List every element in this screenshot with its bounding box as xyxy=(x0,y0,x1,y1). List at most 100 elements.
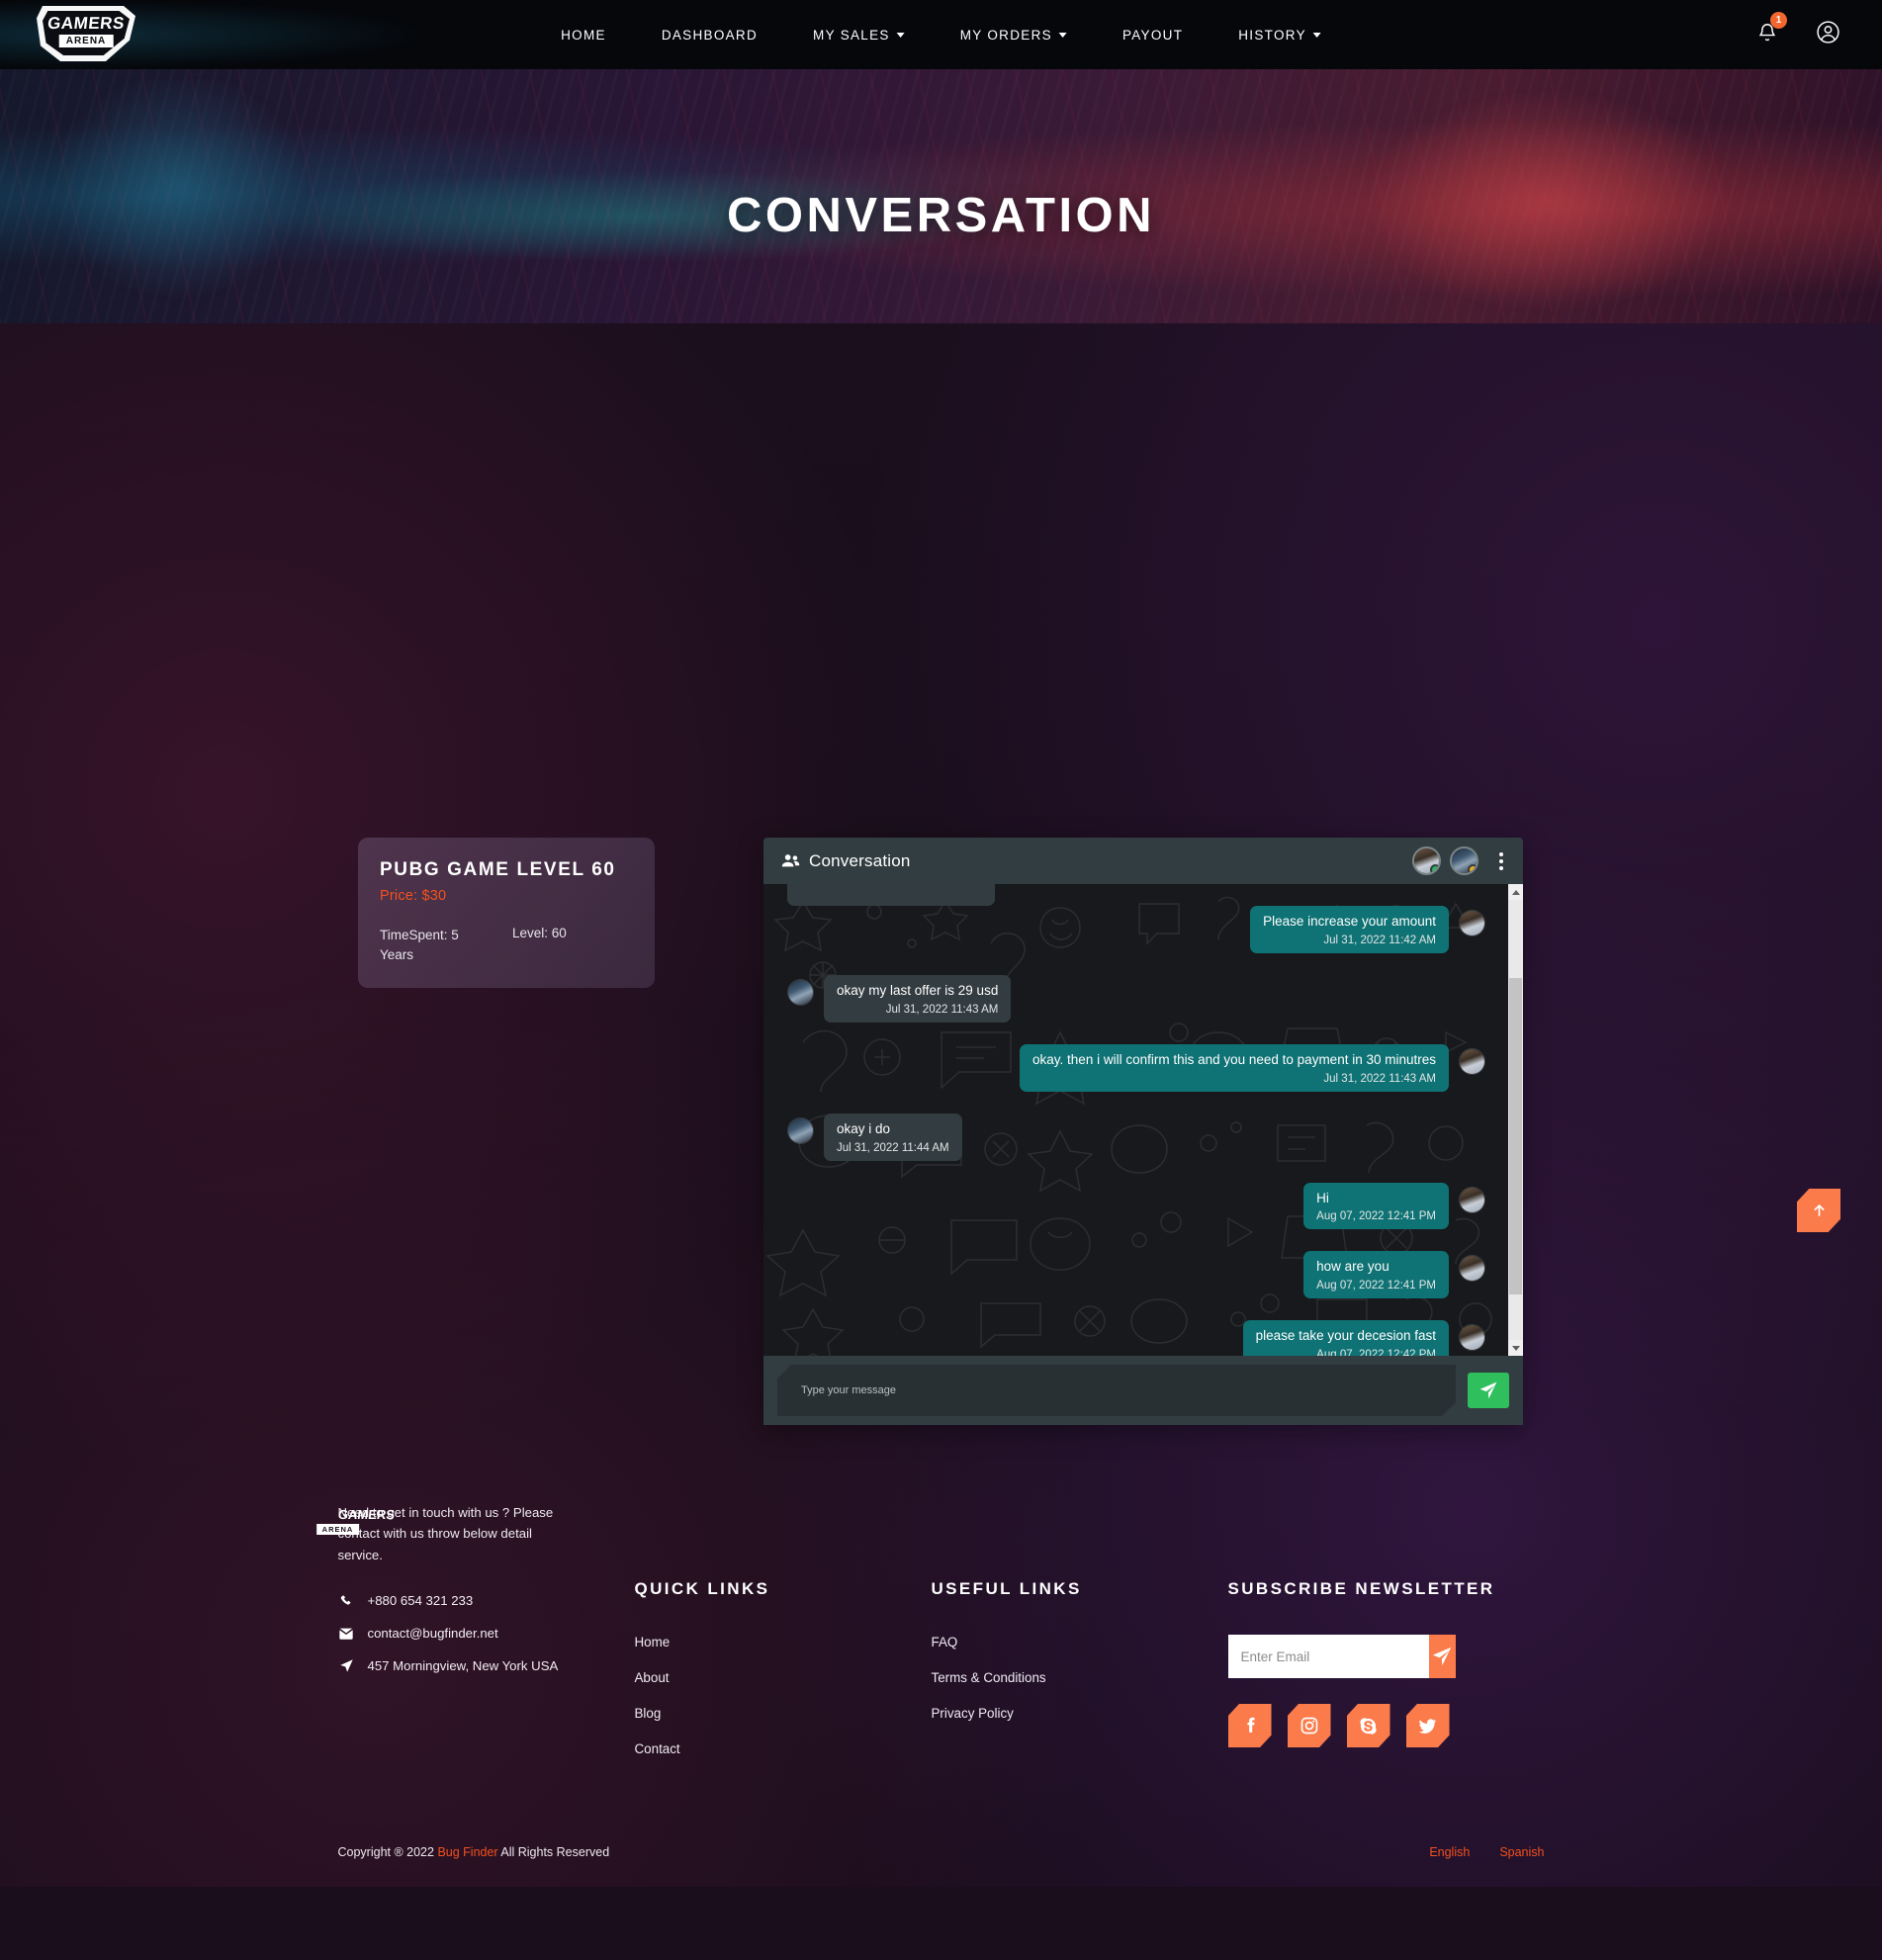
useful-links-list: FAQ Terms & Conditions Privacy Policy xyxy=(932,1635,1228,1721)
message-row: okay my last offer is 29 usd Jul 31, 202… xyxy=(787,974,1485,1023)
message-row: okay. then i will confirm this and you n… xyxy=(787,1043,1485,1092)
footer-email-item[interactable]: contact@bugfinder.net xyxy=(338,1626,611,1641)
instagram-icon xyxy=(1300,1717,1317,1735)
conversation-panel: Conversation Please increase your amount… xyxy=(763,838,1523,1425)
top-navbar: GAMERS ARENA HOME DASHBOARD MY SALES MY … xyxy=(0,0,1882,69)
chevron-down-icon xyxy=(1312,32,1321,38)
language-english[interactable]: English xyxy=(1429,1845,1470,1859)
message-row: Hi Aug 07, 2022 12:41 PM xyxy=(787,1182,1485,1230)
game-price: Price: $30 xyxy=(380,888,447,904)
message-avatar xyxy=(1459,910,1485,936)
quick-links-heading: QUICK LINKS xyxy=(634,1579,770,1598)
message-text: how are you xyxy=(1316,1259,1389,1275)
quick-link-about[interactable]: About xyxy=(635,1670,932,1685)
nav-item-my-sales-label: MY SALES xyxy=(813,27,890,43)
message-text: okay my last offer is 29 usd xyxy=(837,982,999,998)
nav-item-my-orders[interactable]: MY ORDERS xyxy=(933,28,1095,43)
location-arrow-icon xyxy=(338,1658,355,1673)
game-meta: TimeSpent: 5 Years Level: 60 xyxy=(380,926,633,964)
game-time-spent: TimeSpent: 5 Years xyxy=(380,928,459,962)
send-message-button[interactable] xyxy=(1468,1373,1509,1408)
skype-icon xyxy=(1360,1717,1377,1735)
user-circle-icon xyxy=(1817,21,1839,44)
footer-address-item[interactable]: 457 Morningview, New York USA xyxy=(338,1658,611,1673)
quick-links-list: Home About Blog Contact xyxy=(635,1635,932,1756)
social-link-twitter[interactable] xyxy=(1405,1704,1450,1747)
more-options-icon[interactable] xyxy=(1493,848,1509,874)
scrollbar-down-button[interactable] xyxy=(1508,1340,1523,1356)
language-spanish[interactable]: Spanish xyxy=(1499,1845,1544,1859)
useful-link-terms[interactable]: Terms & Conditions xyxy=(932,1670,1228,1685)
message-composer xyxy=(763,1356,1523,1425)
message-bubble-incoming: okay my last offer is 29 usd Jul 31, 202… xyxy=(824,974,1012,1023)
footer-columns: GAMERS ARENA Need to get in touch with u… xyxy=(315,1490,1545,1756)
newsletter-heading: SUBSCRIBE NEWSLETTER xyxy=(1227,1579,1495,1598)
social-links xyxy=(1227,1704,1545,1747)
chevron-down-icon xyxy=(1058,32,1067,38)
message-avatar xyxy=(1459,1324,1485,1352)
footer-newsletter-column: SUBSCRIBE NEWSLETTER xyxy=(1227,1502,1545,1756)
participant-avatar-1[interactable] xyxy=(1412,846,1441,875)
game-title: PUBG GAME LEVEL 60 xyxy=(380,859,616,880)
user-account-button[interactable] xyxy=(1816,20,1840,49)
message-bubble-outgoing: okay. then i will confirm this and you n… xyxy=(1020,1043,1449,1092)
social-link-skype[interactable] xyxy=(1346,1704,1390,1747)
footer-logo-text-bottom: ARENA xyxy=(315,1524,360,1535)
social-link-instagram[interactable] xyxy=(1287,1704,1331,1747)
footer-address-text: 457 Morningview, New York USA xyxy=(367,1658,559,1674)
scroll-to-top-button[interactable] xyxy=(1797,1189,1840,1232)
useful-link-privacy[interactable]: Privacy Policy xyxy=(932,1706,1228,1721)
useful-link-faq[interactable]: FAQ xyxy=(932,1635,1228,1649)
footer-phone-item[interactable]: +880 654 321 233 xyxy=(338,1593,611,1608)
nav-item-my-sales[interactable]: MY SALES xyxy=(785,28,933,43)
scrollbar-up-button[interactable] xyxy=(1508,884,1523,900)
language-switcher: English Spanish xyxy=(1429,1845,1544,1859)
nav-item-home-label: HOME xyxy=(561,27,606,43)
users-group-icon xyxy=(781,854,800,867)
footer-copyright-bar: Copyright ® 2022 Bug Finder All Rights R… xyxy=(0,1818,1882,1887)
message-time: Jul 31, 2022 11:42 AM xyxy=(1323,934,1436,946)
status-dot-away xyxy=(1468,864,1477,873)
notifications-button[interactable]: 1 xyxy=(1756,11,1787,49)
copyright-brand: Bug Finder xyxy=(437,1845,498,1859)
logo-text-bottom: ARENA xyxy=(58,35,114,47)
quick-link-contact[interactable]: Contact xyxy=(635,1741,932,1756)
phone-icon xyxy=(338,1593,355,1608)
send-paper-plane-icon xyxy=(1479,1381,1497,1399)
message-avatar xyxy=(787,978,814,1006)
nav-item-dashboard[interactable]: DASHBOARD xyxy=(634,28,785,43)
message-input[interactable] xyxy=(777,1365,1456,1416)
logo-shape: GAMERS ARENA xyxy=(37,6,135,61)
message-row: okay i do Jul 31, 2022 11:44 AM xyxy=(787,1113,1485,1161)
nav-item-history[interactable]: HISTORY xyxy=(1210,28,1349,43)
message-time: Aug 07, 2022 12:41 PM xyxy=(1316,1280,1436,1292)
quick-link-home[interactable]: Home xyxy=(635,1635,932,1649)
message-row: how are you Aug 07, 2022 12:41 PM xyxy=(787,1251,1485,1299)
message-text: Please increase your amount xyxy=(1263,914,1436,929)
newsletter-email-input[interactable] xyxy=(1227,1635,1429,1678)
nav-item-payout[interactable]: PAYOUT xyxy=(1095,28,1210,43)
participant-avatar-2[interactable] xyxy=(1450,846,1479,875)
newsletter-submit-button[interactable] xyxy=(1428,1635,1456,1678)
footer-email-text: contact@bugfinder.net xyxy=(367,1626,498,1642)
notification-badge: 1 xyxy=(1770,11,1787,29)
nav-item-payout-label: PAYOUT xyxy=(1121,27,1184,43)
copyright-text: Copyright ® 2022 Bug Finder All Rights R… xyxy=(338,1845,610,1859)
copyright-inner: Copyright ® 2022 Bug Finder All Rights R… xyxy=(338,1845,1545,1859)
site-logo[interactable]: GAMERS ARENA xyxy=(34,4,138,63)
partial-message-bubble xyxy=(787,884,995,906)
envelope-icon xyxy=(338,1627,355,1641)
message-text: okay. then i will confirm this and you n… xyxy=(1032,1051,1436,1067)
conversation-header: Conversation xyxy=(763,838,1523,884)
message-avatar xyxy=(787,1116,814,1144)
message-avatar xyxy=(1459,1186,1485,1213)
game-level: Level: 60 xyxy=(512,926,567,940)
social-link-facebook[interactable] xyxy=(1227,1704,1272,1747)
messages-list: Please increase your amount Jul 31, 2022… xyxy=(763,884,1509,1356)
quick-link-blog[interactable]: Blog xyxy=(635,1706,932,1721)
nav-item-home[interactable]: HOME xyxy=(533,28,634,43)
chat-scrollbar[interactable] xyxy=(1508,884,1523,1356)
copyright-prefix: Copyright ® 2022 xyxy=(337,1845,438,1859)
scrollbar-thumb[interactable] xyxy=(1509,978,1522,1294)
message-avatar xyxy=(1459,1047,1485,1075)
